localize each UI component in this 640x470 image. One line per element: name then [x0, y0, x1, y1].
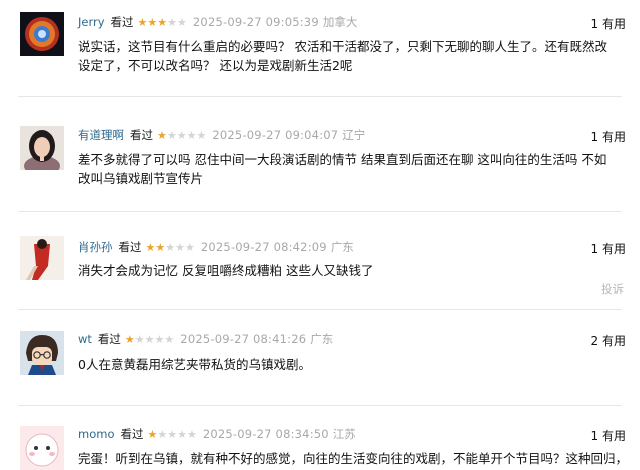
useful-vote-button[interactable]: 1 有用 — [591, 15, 626, 32]
rating-stars: ★ ★ ★ ★ ★ — [138, 17, 187, 28]
comment-time[interactable]: 2025-09-27 09:05:39 — [193, 15, 319, 29]
watch-status: 看过 — [120, 427, 144, 441]
star-icon: ★ — [157, 128, 167, 142]
comment-text: 完蛋！听到在乌镇，就有种不好的感觉，向往的生活变向往的戏剧，不能单开个节目吗？这… — [78, 451, 626, 466]
comment-location: 加拿大 — [322, 15, 358, 29]
divider — [18, 405, 622, 406]
star-icon: ★ — [164, 332, 175, 346]
username-link[interactable]: momo — [78, 427, 114, 441]
rating-stars: ★ ★ ★ ★ ★ — [147, 429, 196, 440]
comment-item: 肖孙孙 看过 ★ ★ ★ ★ ★ 2025-09-27 08:42:09 广东 1 有用… — [0, 220, 640, 310]
useful-vote-button[interactable]: 1 有用 — [591, 427, 626, 444]
star-icon: ★ — [175, 240, 185, 254]
comment-item: Jerry 看过 ★ ★ ★ ★ ★ 2025-09-27 09:05:39 加拿大 1… — [0, 0, 640, 96]
star-icon: ★ — [145, 240, 156, 254]
comment-item: wt 看过 ★ ★ ★ ★ ★ 2025-09-27 08:41:26 广东 2 有用 … — [0, 318, 640, 406]
comment-location: 广东 — [310, 332, 334, 346]
avatar[interactable] — [20, 126, 64, 170]
useful-vote-button[interactable]: 2 有用 — [591, 332, 626, 349]
star-icon: ★ — [137, 15, 148, 29]
comment-location: 辽宁 — [342, 128, 366, 142]
watch-status: 看过 — [118, 240, 142, 254]
report-link[interactable]: 投诉 — [601, 281, 624, 297]
divider — [18, 211, 622, 212]
rating-stars: ★ ★ ★ ★ ★ — [125, 334, 174, 345]
comment-item: 有道理啊 看过 ★ ★ ★ ★ ★ 2025-09-27 09:04:07 辽宁 1 有… — [0, 110, 640, 206]
star-icon: ★ — [196, 128, 207, 142]
comment-location: 广东 — [330, 240, 354, 254]
avatar[interactable] — [20, 236, 64, 280]
star-icon: ★ — [124, 332, 135, 346]
star-icon: ★ — [185, 240, 195, 254]
avatar[interactable] — [20, 12, 64, 56]
star-icon: ★ — [144, 332, 155, 346]
comment-time[interactable]: 2025-09-27 08:41:26 — [180, 332, 306, 346]
comment-meta: 肖孙孙 看过 ★ ★ ★ ★ ★ 2025-09-27 08:42:09 广东 — [78, 238, 354, 256]
watch-status: 看过 — [97, 332, 121, 346]
star-icon: ★ — [186, 128, 197, 142]
star-icon: ★ — [157, 15, 168, 29]
comment-meta: 有道理啊 看过 ★ ★ ★ ★ ★ 2025-09-27 09:04:07 辽宁 — [78, 126, 365, 144]
divider — [18, 96, 622, 97]
useful-vote-button[interactable]: 1 有用 — [591, 128, 626, 145]
divider — [18, 309, 622, 310]
username-link[interactable]: Jerry — [78, 15, 105, 29]
star-icon: ★ — [176, 128, 187, 142]
watch-status: 看过 — [110, 15, 134, 29]
comment-text: 差不多就得了可以吗 忍住中间一大段演话剧的情节 结果直到后面还在聊 这叫向往的生… — [78, 152, 607, 186]
avatar[interactable] — [20, 426, 64, 470]
username-link[interactable]: 有道理啊 — [78, 127, 124, 143]
username-link[interactable]: 肖孙孙 — [78, 239, 113, 255]
star-icon: ★ — [177, 15, 187, 29]
comment-time[interactable]: 2025-09-27 08:34:50 — [203, 427, 329, 441]
star-icon: ★ — [154, 332, 165, 346]
star-icon: ★ — [165, 240, 176, 254]
comment-text: 0人在意黄磊用综艺夹带私货的乌镇戏剧。 — [78, 357, 311, 372]
comment-meta: wt 看过 ★ ★ ★ ★ ★ 2025-09-27 08:41:26 广东 — [78, 330, 333, 348]
comment-time[interactable]: 2025-09-27 09:04:07 — [212, 128, 338, 142]
watch-status: 看过 — [130, 128, 153, 142]
star-icon: ★ — [134, 332, 145, 346]
comment-location: 江苏 — [332, 427, 356, 441]
star-icon: ★ — [155, 240, 166, 254]
star-icon: ★ — [147, 427, 158, 441]
comment-item: momo 看过 ★ ★ ★ ★ ★ 2025-09-27 08:34:50 江苏 1 有… — [0, 416, 640, 470]
star-icon: ★ — [186, 427, 197, 441]
rating-stars: ★ ★ ★ ★ ★ — [146, 242, 195, 253]
username-link[interactable]: wt — [78, 332, 92, 346]
star-icon: ★ — [147, 15, 158, 29]
comment-text: 消失才会成为记忆 反复咀嚼终成糟粕 这些人又缺钱了 — [78, 263, 374, 278]
star-icon: ★ — [166, 128, 177, 142]
rating-stars: ★ ★ ★ ★ ★ — [157, 130, 206, 141]
comment-meta: Jerry 看过 ★ ★ ★ ★ ★ 2025-09-27 09:05:39 加拿大 — [78, 13, 357, 31]
star-icon: ★ — [167, 427, 178, 441]
star-icon: ★ — [157, 427, 168, 441]
star-icon: ★ — [177, 427, 187, 441]
avatar[interactable] — [20, 331, 64, 375]
comment-text: 说实话，这节目有什么重启的必要吗？ 农活和干活都没了，只剩下无聊的聊人生了。还有… — [78, 39, 607, 73]
star-icon: ★ — [167, 15, 178, 29]
useful-vote-button[interactable]: 1 有用 — [591, 240, 626, 257]
comment-time[interactable]: 2025-09-27 08:42:09 — [201, 240, 327, 254]
comment-meta: momo 看过 ★ ★ ★ ★ ★ 2025-09-27 08:34:50 江苏 — [78, 425, 356, 443]
